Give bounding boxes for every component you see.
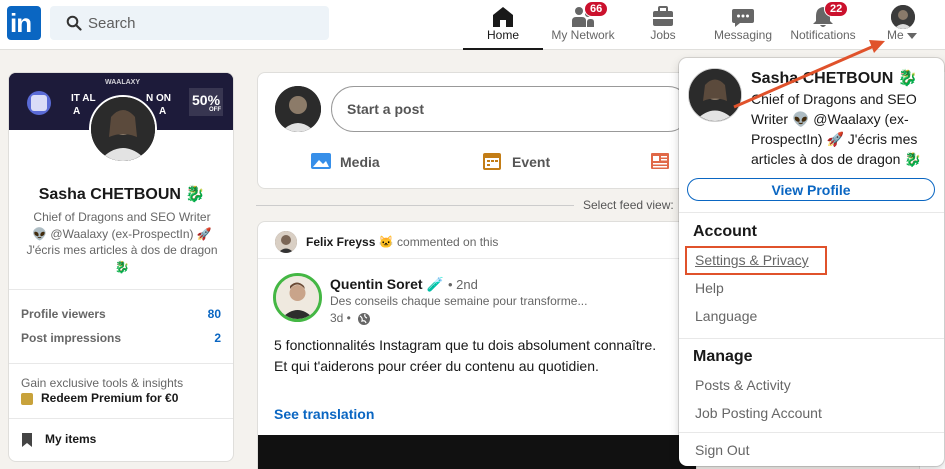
message-icon (732, 9, 754, 27)
search-input[interactable] (88, 6, 318, 40)
nav-home[interactable]: Home (463, 0, 543, 50)
stat-value: 2 (214, 331, 221, 345)
feed-view-label: Select feed view: (583, 198, 674, 212)
account-header: Account (693, 223, 757, 240)
event-button[interactable]: Event (482, 151, 562, 173)
my-items-link[interactable]: My items (21, 432, 96, 447)
profile-card: WAALAXY IT AL N ON A A 50% OFF Sasha CHE… (8, 72, 234, 462)
banner-text-1b: N ON (146, 93, 171, 104)
post-text-line: 5 fonctionnalités Instagram que tu dois … (274, 337, 657, 353)
nav-notifications[interactable]: 22 Notifications (783, 0, 863, 50)
briefcase-icon (653, 6, 673, 26)
connection-degree: • 2nd (448, 277, 478, 292)
nav-me-label: Me (871, 28, 933, 42)
banner-text-2b: A (159, 106, 167, 117)
divider (9, 418, 233, 419)
post-media[interactable] (258, 435, 696, 469)
post-text-line: Et qui t'aiderons pour créer du contenu … (274, 358, 599, 374)
globe-icon (358, 313, 370, 325)
post-time: 3d • (330, 311, 351, 325)
nav-jobs[interactable]: Jobs (623, 0, 703, 50)
nav-notifications-label: Notifications (790, 28, 856, 42)
photo-icon (311, 153, 331, 169)
home-icon (493, 7, 513, 27)
menu-profile-headline: Chief of Dragons and SEO Writer 👽 @Waala… (751, 91, 922, 167)
divider (679, 338, 944, 339)
notifications-badge: 22 (824, 1, 849, 17)
context-actor[interactable]: Felix Freyss (306, 235, 375, 249)
manage-header: Manage (693, 348, 753, 365)
help-link[interactable]: Help (695, 280, 724, 296)
stat-value: 80 (207, 307, 221, 321)
write-article-button[interactable] (650, 151, 680, 173)
author-headline: Des conseils chaque semaine pour transfo… (330, 294, 588, 308)
caret-down-icon (907, 32, 917, 39)
global-nav: in Home 66 My Network Jobs Messaging 22 … (0, 0, 945, 50)
nav-messaging[interactable]: Messaging (703, 0, 783, 50)
nav-me[interactable]: Me (871, 0, 933, 50)
divider (256, 205, 574, 206)
divider (9, 289, 233, 290)
highlight-box (685, 246, 827, 275)
view-profile-button[interactable]: View Profile (687, 178, 935, 201)
nav-messaging-label: Messaging (713, 28, 773, 42)
profile-name[interactable]: Sasha CHETBOUN 🐉 (9, 184, 233, 204)
avatar[interactable] (275, 86, 321, 132)
media-button[interactable]: Media (310, 151, 390, 173)
context-action: commented on this (397, 235, 499, 249)
banner-text-2: A (73, 106, 81, 117)
sign-out-link[interactable]: Sign Out (695, 442, 749, 458)
menu-profile-name: Sasha CHETBOUN 🐉 (751, 70, 918, 87)
feed-post: Felix Freyss 🐱 commented on this Quentin… (257, 221, 697, 469)
search-box[interactable] (50, 6, 329, 40)
banner-promo: 50% (192, 92, 221, 108)
divider (258, 258, 696, 259)
banner-text-1: IT AL (71, 93, 96, 104)
stat-profile-viewers[interactable]: Profile viewers 80 (21, 307, 221, 321)
author-name[interactable]: Quentin Soret 🧪 (330, 276, 444, 293)
start-post-button[interactable]: Start a post (331, 86, 691, 132)
network-badge: 66 (584, 1, 609, 17)
post-composer: Start a post Media Event (257, 72, 697, 189)
linkedin-logo[interactable]: in (7, 6, 41, 40)
banner-brand: WAALAXY (105, 79, 140, 86)
stat-label: Profile viewers (21, 307, 106, 321)
job-posting-account-link[interactable]: Job Posting Account (695, 405, 822, 421)
nav-my-network-label: My Network (551, 28, 615, 42)
divider (679, 432, 944, 433)
bookmark-icon (22, 433, 32, 447)
see-translation-link[interactable]: See translation (274, 406, 374, 422)
profile-headline: Chief of Dragons and SEO Writer 👽 @Waala… (26, 210, 218, 274)
article-icon (651, 153, 669, 169)
nav-jobs-label: Jobs (650, 28, 676, 42)
search-icon (66, 15, 82, 31)
author-avatar[interactable] (273, 273, 322, 322)
premium-icon (21, 393, 33, 405)
nav-home-label: Home (486, 28, 519, 42)
posts-activity-link[interactable]: Posts & Activity (695, 377, 791, 393)
language-link[interactable]: Language (695, 308, 757, 324)
logo-text: in (10, 8, 32, 38)
feed-view-selector[interactable]: Select feed view: (256, 197, 686, 213)
divider (679, 212, 944, 213)
stat-post-impressions[interactable]: Post impressions 2 (21, 331, 221, 345)
premium-link[interactable]: Redeem Premium for €0 (21, 391, 178, 405)
banner-promo-small: OFF (209, 107, 221, 113)
stat-label: Post impressions (21, 331, 122, 345)
avatar[interactable] (275, 231, 297, 253)
profile-avatar[interactable] (89, 95, 157, 163)
avatar (891, 5, 915, 29)
calendar-icon (483, 153, 501, 170)
divider (9, 363, 233, 364)
premium-text: Gain exclusive tools & insights (21, 376, 184, 390)
avatar[interactable] (688, 68, 742, 122)
nav-my-network[interactable]: 66 My Network (543, 0, 623, 50)
